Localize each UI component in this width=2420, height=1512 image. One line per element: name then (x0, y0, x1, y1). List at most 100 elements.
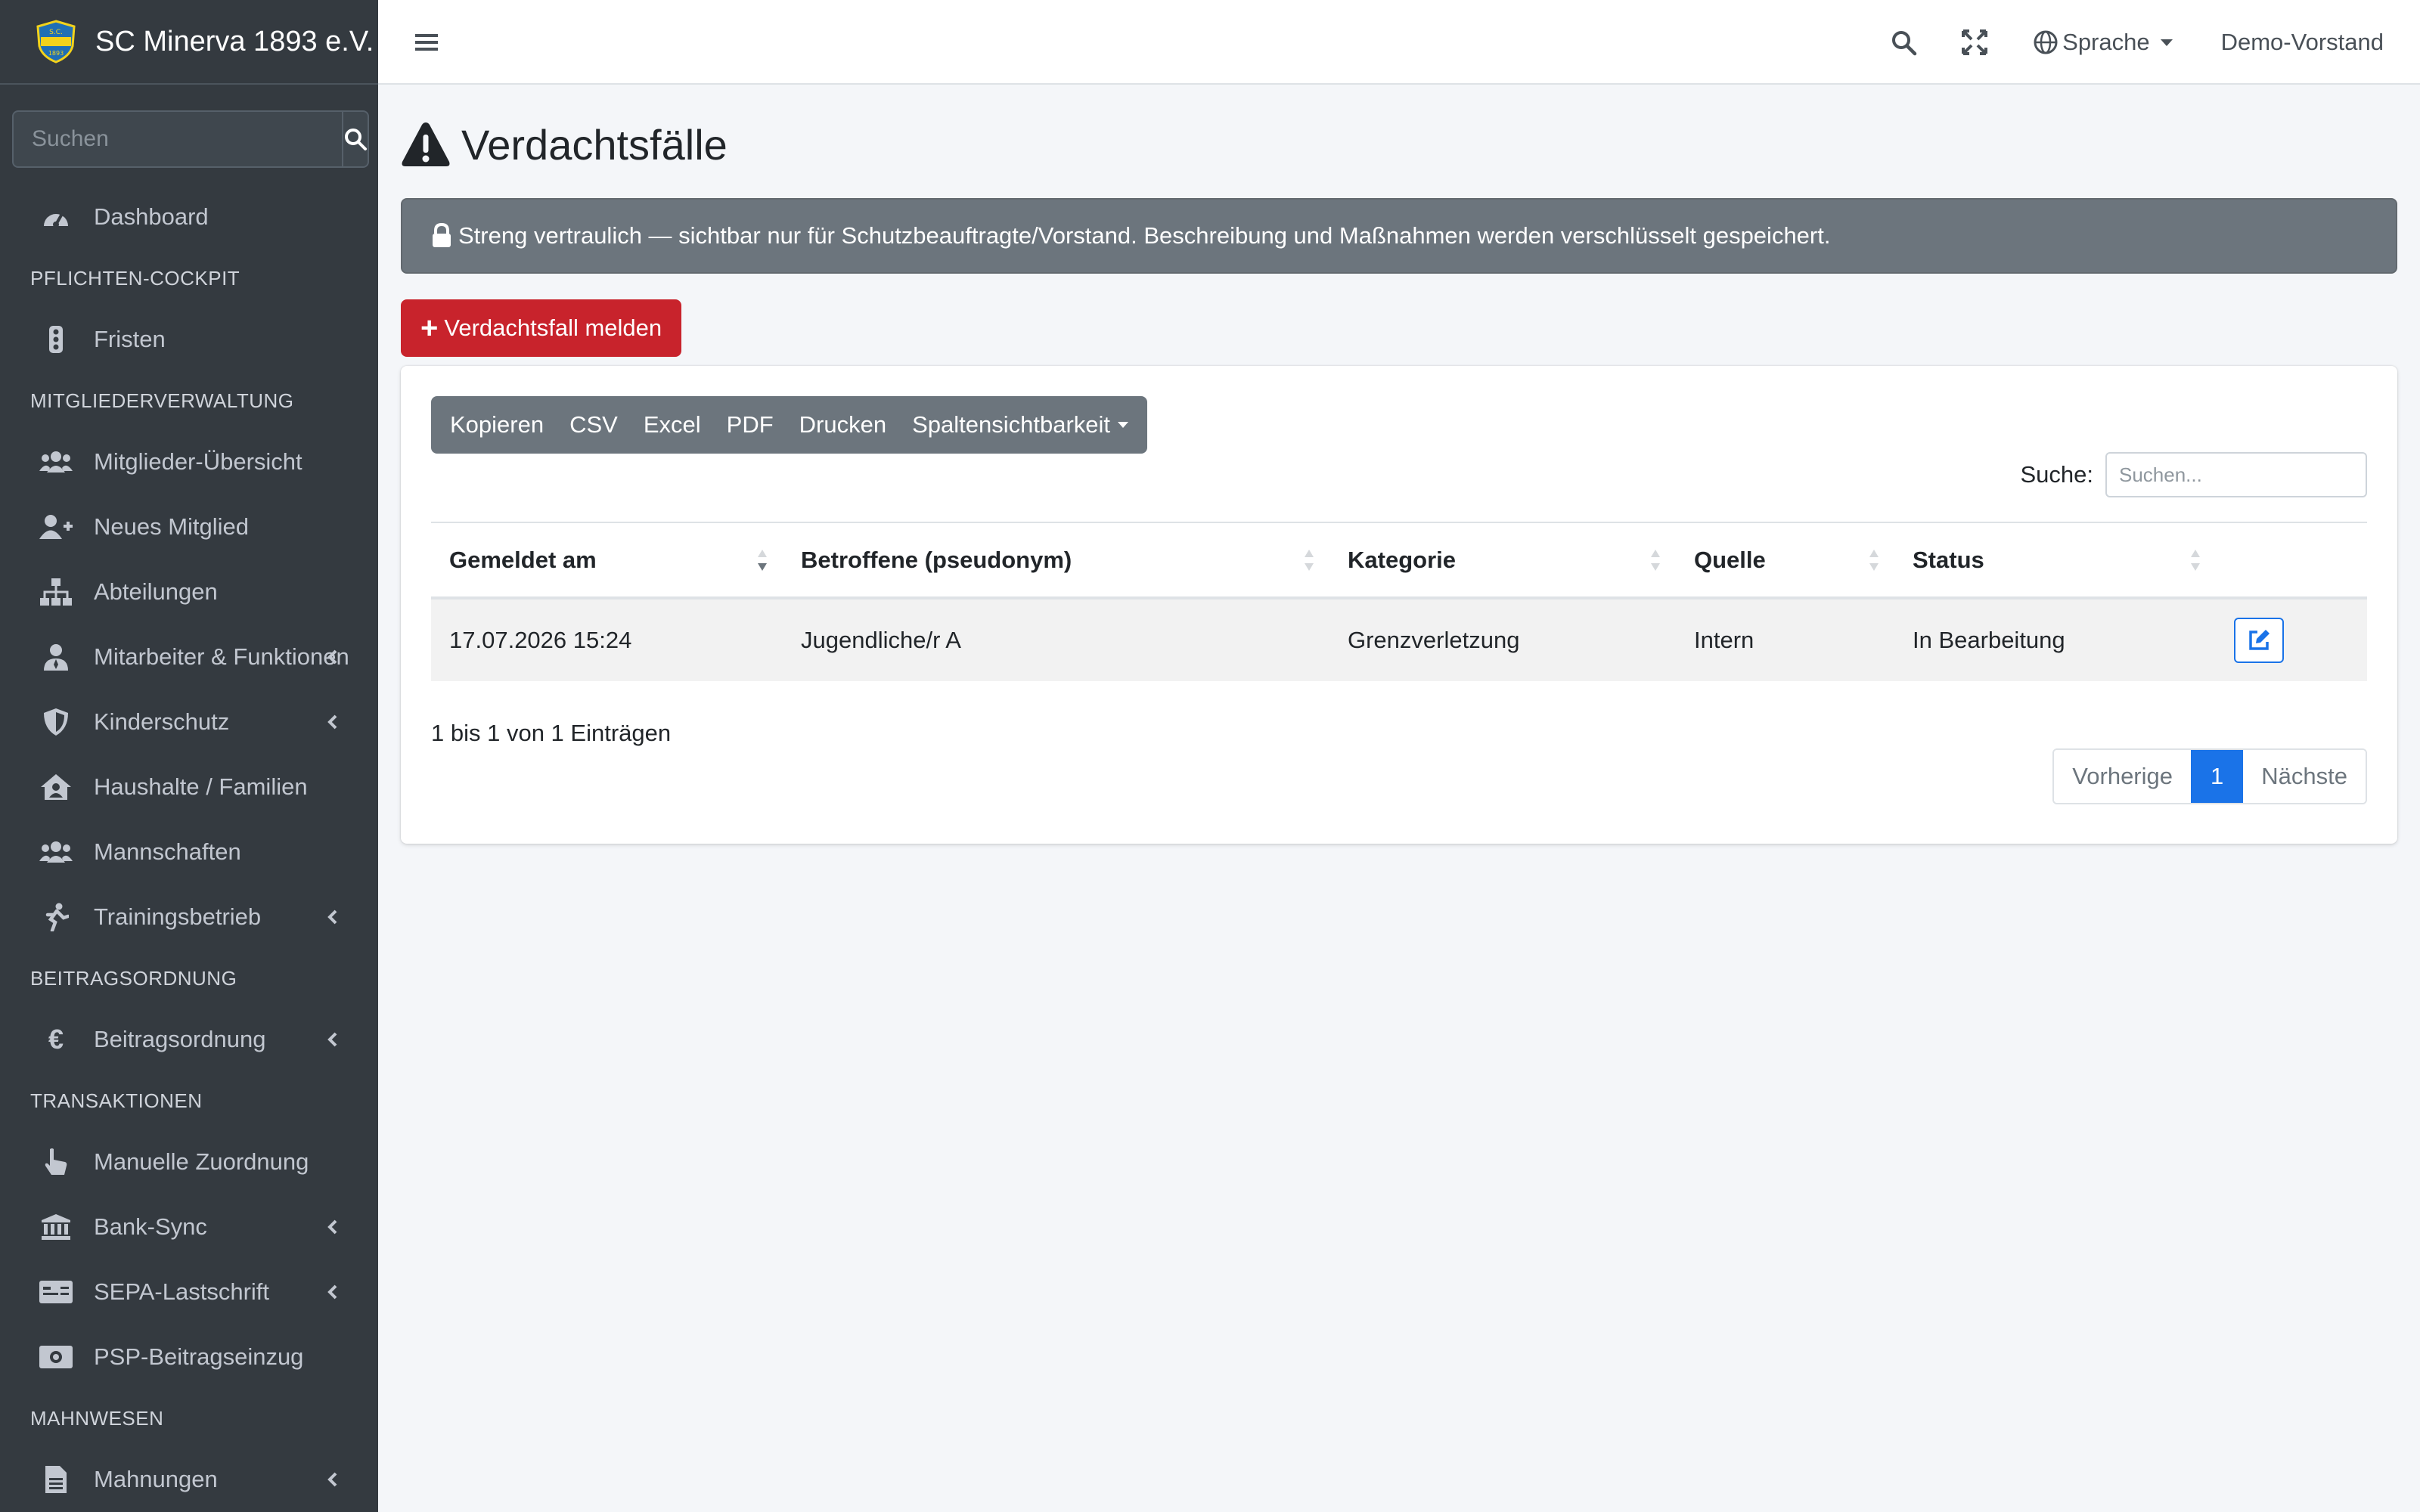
report-button-label: Verdachtsfall melden (444, 314, 662, 341)
sidebar-search-input[interactable] (12, 110, 342, 168)
cases-card: Kopieren CSV Excel PDF Drucken Spaltensi… (401, 366, 2397, 844)
cell-source: Intern (1676, 598, 1894, 681)
sidebar-item-kinderschutz[interactable]: Kinderschutz (0, 689, 378, 754)
chevron-left-icon (327, 714, 337, 730)
house-user-icon (39, 770, 73, 804)
page-title: Verdachtsfälle (461, 120, 728, 169)
money-bill-icon (39, 1340, 73, 1374)
column-header-affected[interactable]: Betroffene (pseudonym) (783, 522, 1329, 600)
report-suspicion-button[interactable]: + Verdachtsfall melden (401, 299, 682, 357)
traffic-light-icon (39, 323, 73, 356)
sidebar-item-label: PSP-Beitragseinzug (94, 1343, 304, 1370)
sidebar-item-mahnungen[interactable]: Mahnungen (0, 1447, 378, 1512)
sort-icon (1651, 549, 1660, 571)
column-header-label: Betroffene (pseudonym) (801, 546, 1072, 573)
column-header-actions (2216, 522, 2367, 600)
column-header-label: Kategorie (1348, 546, 1456, 573)
column-visibility-button[interactable]: Spaltensichtbarkeit (899, 396, 1141, 454)
sidebar-item-label: Kinderschutz (94, 708, 230, 735)
sidebar-item-bank-sync[interactable]: Bank-Sync (0, 1194, 378, 1259)
column-header-category[interactable]: Kategorie (1329, 522, 1676, 600)
pagination: Vorherige 1 Nächste (2052, 748, 2367, 804)
bank-icon (39, 1210, 73, 1244)
sort-icon (2191, 549, 2200, 571)
user-tie-icon (39, 640, 73, 674)
sidebar-item-label: Mahnungen (94, 1466, 218, 1492)
user-menu[interactable]: Demo-Vorstand (2221, 29, 2384, 56)
cell-date: 17.07.2026 15:24 (431, 598, 783, 681)
sidebar-item-dashboard[interactable]: Dashboard (0, 184, 378, 249)
tachometer-icon (39, 200, 73, 234)
column-header-label: Status (1913, 546, 1984, 573)
export-button-group: Kopieren CSV Excel PDF Drucken Spaltensi… (431, 396, 1148, 454)
sidebar-item-label: Mitglieder-Übersicht (94, 448, 302, 475)
cell-category: Grenzverletzung (1329, 598, 1676, 681)
sidebar-item-abteilungen[interactable]: Abteilungen (0, 559, 378, 624)
column-header-source[interactable]: Quelle (1676, 522, 1894, 600)
copy-button[interactable]: Kopieren (437, 396, 557, 454)
csv-button[interactable]: CSV (557, 396, 631, 454)
main-content: Verdachtsfälle Streng vertraulich — sich… (401, 85, 2397, 844)
sidebar-item-neues-mitglied[interactable]: Neues Mitglied (0, 494, 378, 559)
sidebar-item-psp[interactable]: PSP-Beitragseinzug (0, 1325, 378, 1390)
hamburger-menu-icon[interactable] (413, 29, 440, 56)
edit-icon (2249, 630, 2270, 650)
language-label: Sprache (2062, 29, 2150, 55)
table-header-row: Gemeldet am Betroffene (pseudonym) Kateg… (431, 522, 2367, 600)
nav-header-beitrag: BEITRAGSORDNUNG (30, 966, 237, 990)
table-row: 17.07.2026 15:24 Jugendliche/r A Grenzve… (431, 598, 2367, 681)
excel-button[interactable]: Excel (631, 396, 714, 454)
sidebar-item-trainingsbetrieb[interactable]: Trainingsbetrieb (0, 885, 378, 950)
sidebar-item-mannschaften[interactable]: Mannschaften (0, 820, 378, 885)
brand-link[interactable]: S.C. 1893 SC Minerva 1893 e.V. (0, 0, 378, 85)
chevron-left-icon (327, 1032, 337, 1047)
pagination-previous[interactable]: Vorherige (2054, 750, 2192, 803)
nav-header-pflichten: PFLICHTEN-COCKPIT (30, 266, 240, 290)
sort-icon (1869, 549, 1879, 571)
page-header: Verdachtsfälle (401, 110, 2397, 178)
caret-down-icon (1118, 422, 1129, 428)
sidebar-item-sepa[interactable]: SEPA-Lastschrift (0, 1259, 378, 1325)
confidential-alert: Streng vertraulich — sichtbar nur für Sc… (401, 198, 2397, 274)
sidebar-item-fristen[interactable]: Fristen (0, 307, 378, 372)
nav-header-mahnwesen: MAHNWESEN (30, 1406, 164, 1430)
sidebar-item-label: Bank-Sync (94, 1213, 207, 1240)
sitemap-icon (39, 575, 73, 609)
sidebar-search (12, 110, 369, 168)
print-button[interactable]: Drucken (786, 396, 899, 454)
chevron-left-icon (327, 1284, 337, 1300)
sidebar-search-button[interactable] (342, 110, 369, 168)
fullscreen-icon[interactable] (1958, 26, 1991, 59)
nav-header-transaktionen: TRANSAKTIONEN (30, 1089, 203, 1112)
table-search-label: Suche: (2020, 461, 2093, 488)
pdf-button[interactable]: PDF (714, 396, 786, 454)
euro-icon: € (48, 1024, 64, 1055)
pagination-page-1[interactable]: 1 (2191, 750, 2244, 803)
sidebar-item-mitarbeiter[interactable]: Mitarbeiter & Funktionen (0, 624, 378, 689)
language-dropdown[interactable]: Sprache (2034, 29, 2173, 56)
column-header-status[interactable]: Status (1894, 522, 2216, 600)
sidebar-item-label: Fristen (94, 326, 166, 352)
chevron-left-icon (327, 1219, 337, 1235)
sidebar-item-label: Mitarbeiter & Funktionen (94, 643, 349, 670)
pagination-next[interactable]: Nächste (2243, 750, 2366, 803)
navbar-search-icon[interactable] (1887, 26, 1920, 59)
edit-button[interactable] (2234, 618, 2284, 663)
table-info: 1 bis 1 von 1 Einträgen (431, 720, 672, 746)
sidebar: S.C. 1893 SC Minerva 1893 e.V. Dashboard… (0, 0, 378, 1512)
sidebar-item-beitragsordnung[interactable]: € Beitragsordnung (0, 1007, 378, 1072)
globe-icon (2034, 30, 2058, 54)
column-header-date[interactable]: Gemeldet am (431, 522, 783, 600)
search-icon (345, 129, 367, 150)
sidebar-item-manuelle-zuordnung[interactable]: Manuelle Zuordnung (0, 1129, 378, 1194)
chevron-left-icon (327, 1472, 337, 1487)
table-search-input[interactable] (2105, 452, 2367, 497)
top-navbar: Sprache Demo-Vorstand (378, 0, 2420, 85)
sidebar-item-haushalte[interactable]: Haushalte / Familien (0, 754, 378, 820)
users-icon (39, 835, 73, 869)
sidebar-item-mitglieder-uebersicht[interactable]: Mitglieder-Übersicht (0, 429, 378, 494)
cases-table: Gemeldet am Betroffene (pseudonym) Kateg… (431, 522, 2367, 681)
plus-icon: + (420, 311, 439, 345)
sidebar-item-label: Beitragsordnung (94, 1026, 266, 1052)
caret-down-icon (2160, 39, 2173, 46)
